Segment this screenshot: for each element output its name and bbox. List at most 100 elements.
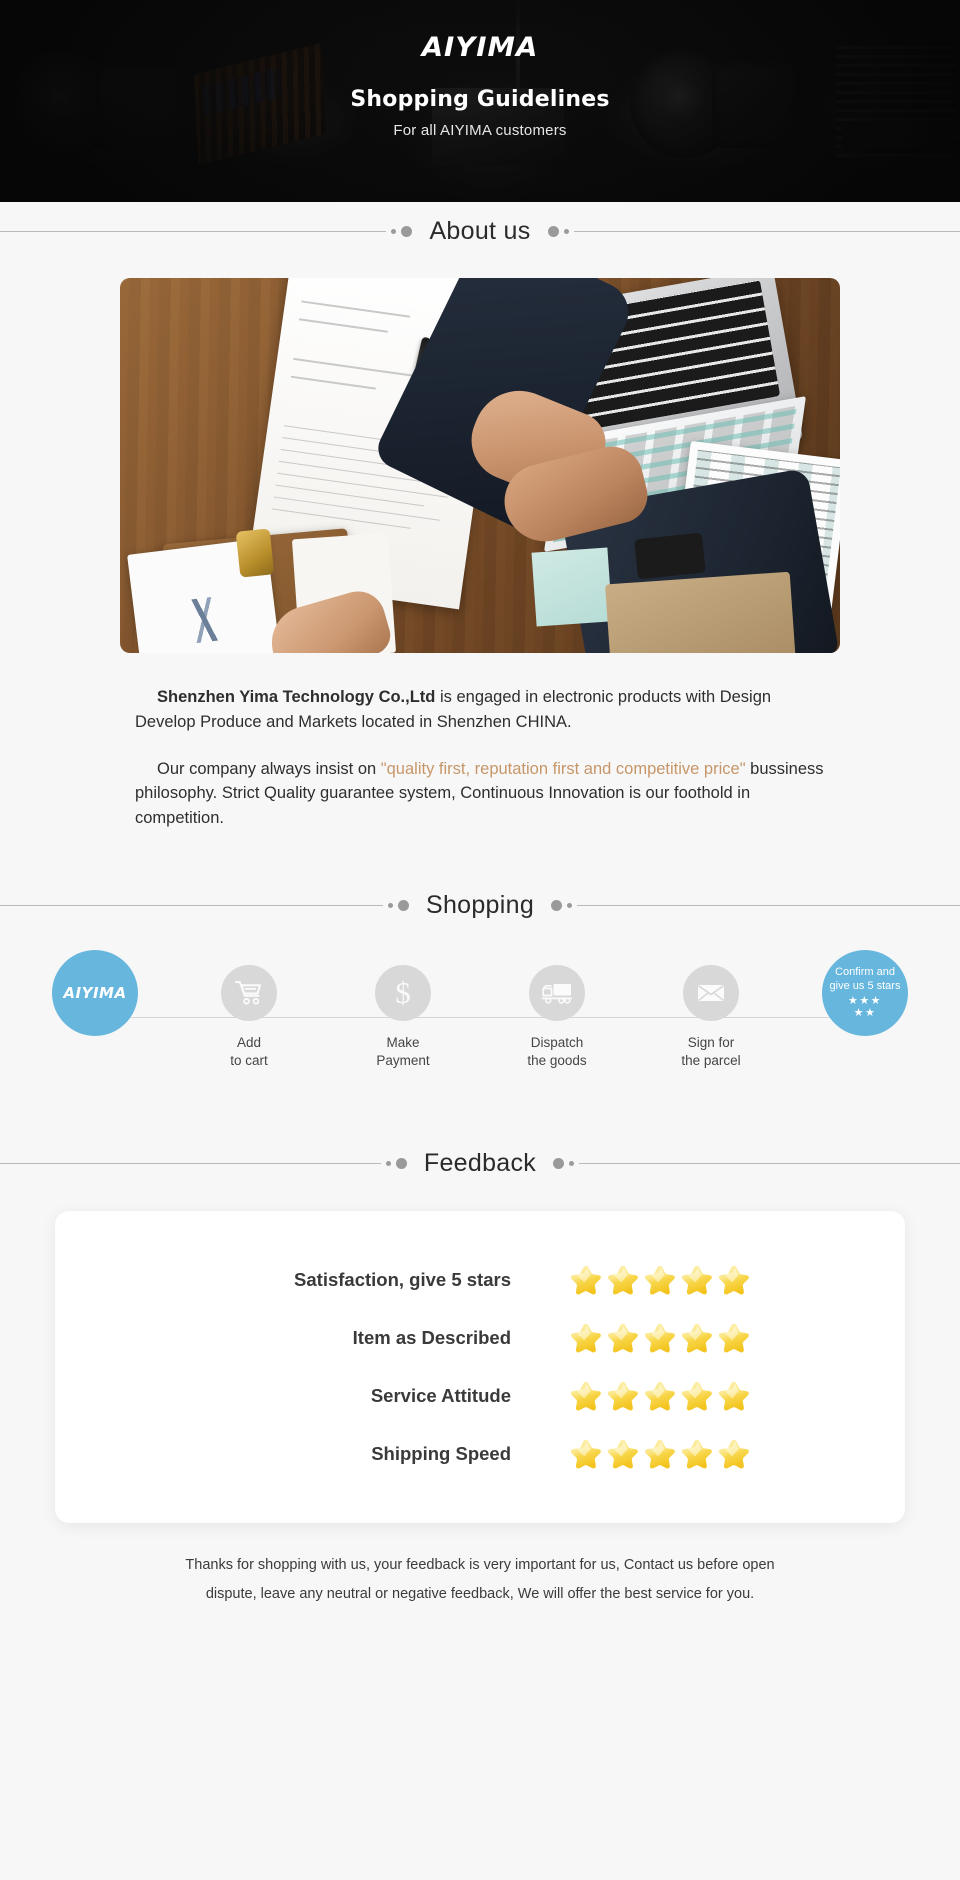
desk-background (120, 278, 840, 653)
step-label-dispatch: Dispatch the goods (502, 1034, 612, 1071)
dollar-sign-icon: $ (395, 975, 411, 1011)
aiyima-logo-icon: AIYIMA (421, 32, 539, 63)
line-chart-graphic (141, 590, 268, 650)
shopping-cart-icon (234, 980, 261, 1005)
label-line-1: Make (386, 1034, 420, 1050)
step-label-sign-parcel: Sign for the parcel (656, 1034, 766, 1071)
star-icon (681, 1323, 712, 1353)
feedback-row: Item as Described (55, 1309, 905, 1367)
label-line-2: Payment (376, 1053, 430, 1069)
label-line-2: the parcel (681, 1053, 741, 1069)
page-title: Shopping Guidelines (350, 87, 610, 112)
small-dot-icon (387, 903, 393, 909)
large-dot-icon (553, 1158, 565, 1170)
confirm-rating-text: Confirm and give us 5 stars (826, 966, 905, 994)
star-icon (570, 1323, 601, 1353)
large-dot-icon (397, 900, 409, 912)
about-paragraph-2: Our company always insist on "quality fi… (135, 757, 825, 831)
stars-row-bottom: ★★ (853, 1007, 877, 1019)
feedback-rating-card: Satisfaction, give 5 stars Item as Descr… (55, 1210, 905, 1523)
small-dot-icon (567, 903, 573, 909)
star-icon (681, 1381, 712, 1411)
star-icon (607, 1265, 638, 1295)
step-brand: AIYIMA (40, 949, 150, 1036)
delivery-truck-icon (541, 983, 573, 1004)
star-icon (570, 1381, 601, 1411)
about-quote-highlight: "quality first, reputation first and com… (380, 759, 746, 778)
step-dispatch-goods: Dispatch the goods (502, 964, 612, 1071)
star-icon (718, 1265, 749, 1295)
small-dot-icon (563, 228, 569, 234)
footer-line-2: dispute, leave any neutral or negative f… (205, 1585, 755, 1602)
section-header-shopping: Shopping (0, 877, 960, 935)
label-line-2: to cart (230, 1053, 268, 1069)
divider-line-left (0, 1163, 381, 1165)
large-dot-icon (401, 225, 413, 237)
about-paragraph-1: Shenzhen Yima Technology Co.,Ltd is enga… (135, 685, 825, 735)
large-dot-icon (551, 900, 563, 912)
feedback-star-rating (569, 1437, 751, 1471)
section-header-about: About us (0, 202, 960, 260)
sticky-note (531, 547, 613, 627)
confirm-line-1: Confirm and (835, 965, 895, 978)
footer-message: Thanks for shopping with us, your feedba… (130, 1551, 830, 1609)
star-icon (607, 1381, 638, 1411)
section-title-feedback: Feedback (423, 1149, 537, 1178)
label-line-2: the goods (527, 1053, 587, 1069)
small-dot-icon (569, 1161, 575, 1167)
divider-line-right (577, 905, 960, 907)
header-banner: AIYIMA Shopping Guidelines For all AIYIM… (0, 0, 960, 202)
section-header-feedback: Feedback (0, 1135, 960, 1193)
star-icon (644, 1439, 675, 1469)
section-title-shopping: Shopping (425, 891, 535, 920)
step-label-make-payment: Make Payment (348, 1034, 458, 1071)
section-title-about: About us (429, 216, 531, 245)
star-icon (644, 1381, 675, 1411)
aiyima-brand-circle: AIYIMA (52, 949, 138, 1036)
about-us-text: Shenzhen Yima Technology Co.,Ltd is enga… (135, 685, 825, 831)
five-stars-icon: ★★★ ★★ (848, 996, 882, 1019)
label-line-1: Dispatch (530, 1034, 584, 1050)
feedback-star-rating (569, 1379, 751, 1413)
step-add-to-cart: Add to cart (194, 964, 304, 1071)
page-subtitle: For all AIYIMA customers (393, 122, 567, 139)
step-confirm-rating: Confirm and give us 5 stars ★★★ ★★ (810, 949, 920, 1036)
label-line-1: Add (236, 1034, 262, 1050)
footer-line-1: Thanks for shopping with us, your feedba… (185, 1556, 775, 1573)
gold-clip (235, 528, 275, 578)
banner-content: AIYIMA Shopping Guidelines For all AIYIM… (0, 0, 960, 139)
star-icon (570, 1439, 601, 1469)
feedback-label: Shipping Speed (371, 1442, 511, 1464)
star-icon (681, 1265, 712, 1295)
shopping-process-steps: AIYIMA Add to cart $ Make Payment Dispat… (40, 949, 920, 1105)
feedback-row: Service Attitude (55, 1367, 905, 1425)
large-dot-icon (547, 225, 559, 237)
star-icon (570, 1265, 601, 1295)
step-sign-parcel: Sign for the parcel (656, 964, 766, 1071)
feedback-label: Item as Described (352, 1326, 511, 1348)
confirm-rating-circle: Confirm and give us 5 stars ★★★ ★★ (822, 949, 908, 1036)
smartphone (634, 532, 706, 580)
divider-line-left (0, 230, 387, 232)
star-icon (718, 1323, 749, 1353)
star-icon (607, 1323, 638, 1353)
small-dot-icon (391, 228, 397, 234)
feedback-row: Satisfaction, give 5 stars (55, 1251, 905, 1309)
feedback-label: Service Attitude (370, 1384, 511, 1406)
company-name: Shenzhen Yima Technology Co.,Ltd (157, 688, 436, 706)
envelope-icon (698, 984, 724, 1001)
star-icon (644, 1323, 675, 1353)
large-dot-icon (395, 1158, 407, 1170)
about-us-photo (120, 278, 840, 653)
shopping-guidelines-page: AIYIMA Shopping Guidelines For all AIYIM… (0, 0, 960, 1880)
feedback-star-rating (569, 1263, 751, 1297)
star-icon (718, 1439, 749, 1469)
cart-circle (221, 964, 277, 1021)
star-icon (681, 1439, 712, 1469)
divider-line-right (579, 1163, 960, 1165)
parcel-circle (683, 964, 739, 1021)
confirm-line-2: give us 5 stars (829, 979, 901, 992)
about-p2-before: Our company always insist on (157, 759, 381, 778)
divider-line-right (573, 230, 960, 232)
label-line-1: Sign for (687, 1034, 735, 1050)
